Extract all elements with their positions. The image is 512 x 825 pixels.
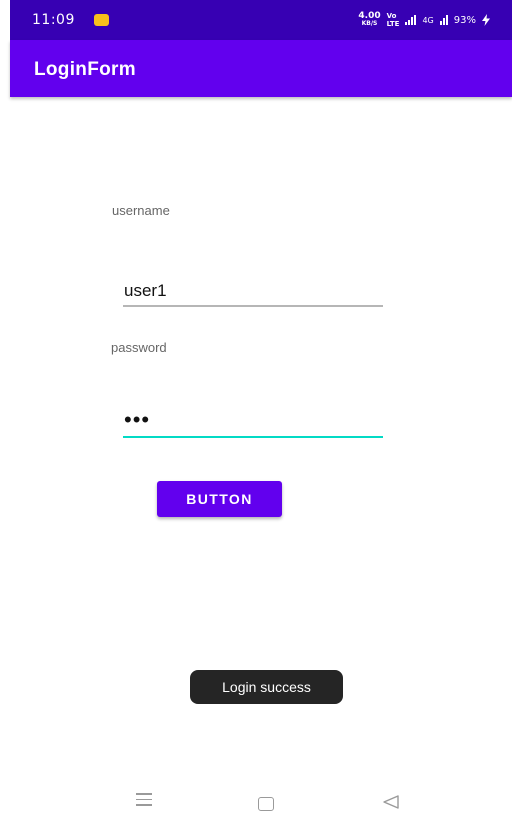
network-speed: 4.00 KB/S xyxy=(358,12,380,28)
username-input[interactable]: user1 xyxy=(123,281,383,307)
login-button[interactable]: BUTTON xyxy=(157,481,282,517)
network-type: 4G xyxy=(422,15,434,25)
password-input[interactable]: ••• xyxy=(123,409,383,438)
back-icon[interactable] xyxy=(383,795,399,809)
vo-label: Vo xyxy=(386,12,397,20)
status-time: 11:09 xyxy=(32,12,75,28)
password-label: password xyxy=(111,340,167,355)
menu-icon[interactable] xyxy=(136,793,152,810)
volte-indicator: Vo LTE xyxy=(387,12,400,28)
battery-percent: 93% xyxy=(453,14,476,26)
status-bar: 11:09 4.00 KB/S Vo LTE 4G 93% xyxy=(10,0,512,40)
signal-icon-2 xyxy=(439,15,448,25)
app-title: LoginForm xyxy=(34,59,136,80)
network-speed-unit: KB/S xyxy=(361,20,378,27)
signal-icon xyxy=(405,15,417,25)
lte-label: LTE xyxy=(386,20,400,28)
status-indicators: 4.00 KB/S Vo LTE 4G 93% xyxy=(358,12,490,28)
toast-message: Login success xyxy=(190,670,343,704)
username-label: username xyxy=(112,203,170,218)
charging-icon xyxy=(482,14,490,26)
notification-icon xyxy=(94,14,109,26)
network-speed-value: 4.00 xyxy=(358,11,381,21)
home-icon[interactable] xyxy=(258,797,274,811)
app-bar: LoginForm xyxy=(10,40,512,97)
